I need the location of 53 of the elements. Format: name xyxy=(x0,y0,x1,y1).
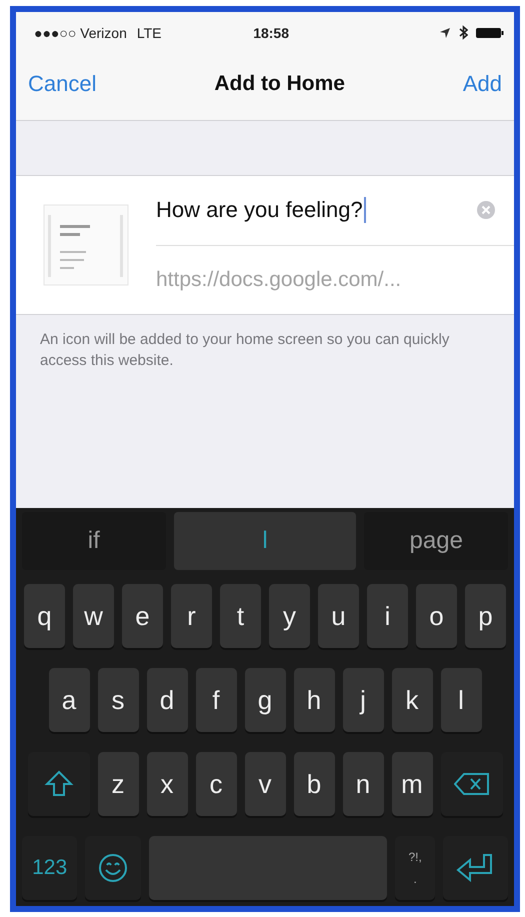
add-button[interactable]: Add xyxy=(462,70,502,97)
punctuation-label: ?!, xyxy=(408,850,422,864)
key[interactable]: a xyxy=(48,668,90,732)
network-label: LTE xyxy=(136,24,162,41)
key[interactable]: d xyxy=(146,668,188,732)
numbers-key[interactable]: 123 xyxy=(22,836,78,900)
key[interactable]: b xyxy=(294,752,334,816)
punctuation-key[interactable]: ?!, . xyxy=(395,836,435,900)
return-key[interactable] xyxy=(442,836,508,900)
key[interactable]: o xyxy=(416,584,457,648)
key[interactable]: h xyxy=(294,668,334,732)
suggestion-button[interactable]: if xyxy=(22,512,166,570)
cancel-button[interactable]: Cancel xyxy=(28,70,96,97)
key[interactable]: l xyxy=(440,668,482,732)
key[interactable]: p xyxy=(465,584,506,648)
key[interactable]: y xyxy=(269,584,310,648)
key[interactable]: t xyxy=(220,584,261,648)
screen-title: Add to Home xyxy=(214,72,345,96)
shift-key[interactable] xyxy=(28,752,90,816)
key[interactable]: k xyxy=(392,668,432,732)
emoji-key[interactable] xyxy=(85,836,141,900)
url-label: https://docs.google.com/... xyxy=(156,268,402,292)
info-text: An icon will be added to your home screen so you can quickly access this website. xyxy=(40,330,450,372)
key[interactable]: z xyxy=(98,752,138,816)
return-icon xyxy=(456,853,494,883)
location-arrow-icon xyxy=(439,26,451,39)
key[interactable]: e xyxy=(122,584,163,648)
time-label: 18:58 xyxy=(253,24,289,41)
key[interactable]: g xyxy=(244,668,286,732)
key[interactable]: n xyxy=(342,752,384,816)
key[interactable]: x xyxy=(146,752,188,816)
key[interactable]: m xyxy=(392,752,432,816)
key[interactable]: s xyxy=(98,668,138,732)
period-label: . xyxy=(413,872,417,886)
bluetooth-icon xyxy=(459,25,468,40)
key[interactable]: f xyxy=(196,668,236,732)
delete-key[interactable] xyxy=(440,752,502,816)
title-field[interactable]: How are you feeling? xyxy=(156,197,476,224)
key[interactable]: r xyxy=(171,584,212,648)
key[interactable]: w xyxy=(73,584,114,648)
suggestion-button[interactable]: l xyxy=(174,512,356,570)
key[interactable]: q xyxy=(24,584,65,648)
key[interactable]: j xyxy=(342,668,384,732)
suggestion-button[interactable]: page xyxy=(364,512,508,570)
shift-icon xyxy=(44,769,74,799)
key[interactable]: i xyxy=(367,584,408,648)
battery-icon xyxy=(476,26,504,39)
key[interactable]: u xyxy=(318,584,359,648)
delete-icon xyxy=(454,772,490,796)
smiley-icon xyxy=(98,853,128,883)
key[interactable]: c xyxy=(196,752,236,816)
key[interactable]: v xyxy=(244,752,286,816)
carrier-label: ●●●○○ Verizon xyxy=(34,24,127,41)
